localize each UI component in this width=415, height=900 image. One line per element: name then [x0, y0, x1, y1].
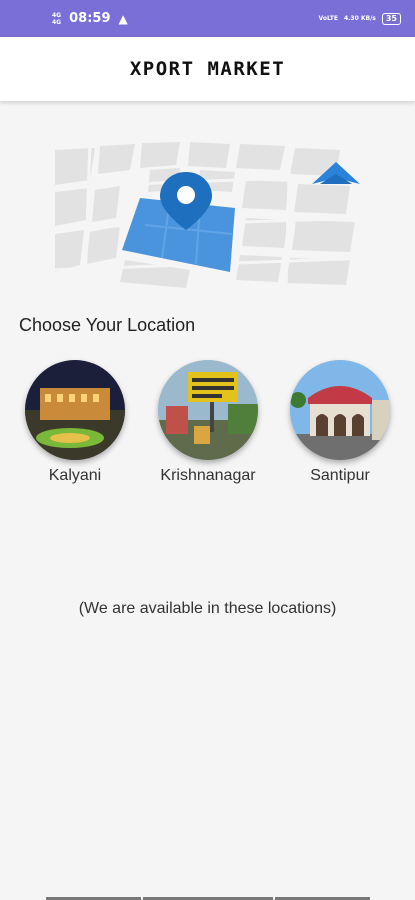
app-title: XPORT MARKET: [129, 58, 286, 80]
warning-icon: ▲: [118, 11, 128, 26]
battery-icon: 35: [381, 12, 401, 25]
location-label-krishnanagar[interactable]: Krishnanagar: [148, 467, 268, 485]
data-speed: 4.30 KB/s: [343, 15, 376, 22]
status-right: VoLTE 4.30 KB/s 35: [318, 12, 401, 25]
network-label-1: 4G: [52, 11, 62, 19]
availability-note: (We are available in these locations): [78, 600, 337, 617]
network-label-2: 4G: [52, 18, 62, 26]
location-image-krishnanagar[interactable]: [158, 360, 258, 460]
volte-indicator: VoLTE: [318, 15, 338, 22]
network-indicator-left: 4G 4G: [52, 12, 61, 26]
location-label-kalyani[interactable]: Kalyani: [15, 467, 135, 485]
location-image-kalyani[interactable]: [25, 360, 125, 460]
status-time: 08:59: [69, 11, 111, 26]
location-krishnanagar[interactable]: Krishnanagar: [148, 360, 268, 485]
map-icon: [49, 139, 371, 291]
location-santipur[interactable]: Santipur: [280, 360, 400, 485]
choose-location-title: Choose Your Location: [19, 315, 196, 335]
status-bar: 4G 4G 08:59 ▲ VoLTE 4.30 KB/s 35: [0, 0, 415, 37]
map-illustration: [49, 139, 371, 291]
app-bar: XPORT MARKET: [0, 37, 415, 101]
location-label-santipur[interactable]: Santipur: [280, 467, 400, 485]
location-kalyani[interactable]: Kalyani: [15, 360, 135, 485]
location-image-santipur[interactable]: [290, 360, 390, 460]
